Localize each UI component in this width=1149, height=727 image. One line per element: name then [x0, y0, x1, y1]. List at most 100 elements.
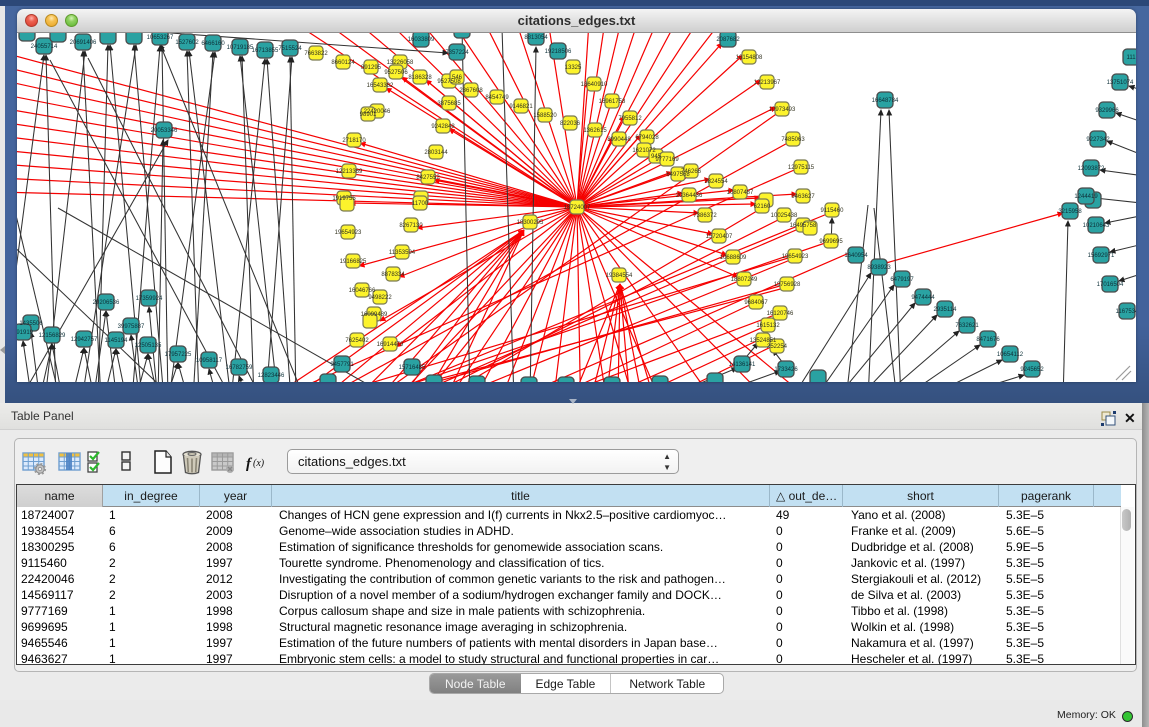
svg-text:16543382: 16543382	[367, 83, 394, 89]
svg-text:9242848: 9242848	[431, 124, 455, 130]
svg-text:10653267: 10653267	[147, 35, 174, 41]
svg-text:1733426: 1733426	[774, 367, 798, 373]
svg-text:10025438: 10025438	[771, 213, 798, 219]
svg-text:19756928: 19756928	[774, 282, 801, 288]
svg-text:2867608: 2867608	[459, 88, 483, 94]
svg-text:1588520: 1588520	[533, 113, 557, 119]
svg-text:17359924: 17359924	[136, 296, 163, 302]
svg-text:8454749: 8454749	[485, 95, 509, 101]
svg-text:1615132: 1615132	[756, 323, 780, 329]
svg-text:17016504: 17016504	[1097, 282, 1124, 288]
svg-text:98901: 98901	[360, 112, 377, 118]
svg-text:10807487: 10807487	[727, 190, 754, 196]
svg-text:8660124: 8660124	[331, 60, 355, 66]
svg-text:1435506: 1435506	[19, 321, 43, 327]
svg-text:9527506: 9527506	[384, 70, 408, 76]
svg-text:10654112: 10654112	[997, 352, 1024, 358]
svg-text:18300295: 18300295	[517, 220, 544, 226]
svg-text:20691406: 20691406	[70, 40, 97, 46]
svg-text:20053346: 20053346	[151, 128, 178, 134]
svg-text:(x): (x)	[253, 458, 265, 469]
svg-text:16120746: 16120746	[767, 311, 794, 317]
svg-text:12213369: 12213369	[336, 169, 363, 175]
svg-text:16154808: 16154808	[736, 55, 763, 61]
svg-text:16961758: 16961758	[599, 99, 626, 105]
svg-text:15716485: 15716485	[399, 365, 426, 371]
svg-text:16713855: 16713855	[252, 48, 279, 54]
svg-text:1244419: 1244419	[1074, 194, 1098, 200]
svg-text:8938923: 8938923	[867, 265, 891, 271]
svg-text:3215958: 3215958	[1058, 209, 1082, 215]
svg-text:2935114: 2935114	[934, 307, 958, 313]
svg-text:9245652: 9245652	[1020, 367, 1044, 373]
svg-text:7515524: 7515524	[278, 46, 302, 52]
svg-text:1167534: 1167534	[1116, 309, 1136, 315]
svg-text:9227342: 9227342	[1086, 137, 1110, 143]
svg-text:19654923: 19654923	[335, 230, 362, 236]
svg-text:1919755: 1919755	[332, 196, 356, 202]
svg-text:12093872: 12093872	[1078, 166, 1105, 172]
svg-text:12823446: 12823446	[258, 373, 285, 379]
svg-text:10719185: 10719185	[227, 45, 254, 51]
svg-text:12213967: 12213967	[754, 80, 781, 86]
svg-text:20364436: 20364436	[676, 193, 703, 199]
svg-text:9498222: 9498222	[368, 295, 392, 301]
svg-text:9777169: 9777169	[655, 157, 679, 163]
svg-text:11700: 11700	[412, 201, 429, 207]
svg-text:15720407: 15720407	[706, 234, 733, 240]
svg-text:6794028: 6794028	[635, 135, 659, 141]
svg-text:8813054: 8813054	[524, 35, 548, 41]
svg-text:16782759: 16782759	[226, 365, 253, 371]
svg-text:9146821: 9146821	[509, 104, 533, 110]
svg-text:f: f	[246, 456, 253, 472]
svg-text:2803144: 2803144	[424, 150, 448, 156]
svg-text:1362615: 1362615	[583, 128, 607, 134]
svg-text:746266: 746266	[681, 169, 702, 175]
svg-text:7485063: 7485063	[781, 137, 805, 143]
svg-text:18724007: 18724007	[564, 205, 591, 211]
svg-text:546: 546	[452, 75, 463, 81]
svg-text:9457791: 9457791	[330, 362, 354, 368]
svg-text:8471676: 8471676	[976, 337, 1000, 343]
svg-text:12975115: 12975115	[788, 165, 815, 171]
svg-text:8878334: 8878334	[381, 272, 405, 278]
svg-text:9474444: 9474444	[911, 295, 935, 301]
svg-text:8186328: 8186328	[408, 75, 432, 81]
svg-text:24055714: 24055714	[31, 44, 58, 50]
svg-text:20206536: 20206536	[93, 300, 120, 306]
svg-text:19166825: 19166825	[340, 259, 367, 265]
svg-text:822036: 822036	[560, 121, 581, 127]
svg-text:1145194: 1145194	[105, 338, 129, 344]
svg-text:19384554: 19384554	[606, 273, 633, 279]
svg-text:9684067: 9684067	[744, 300, 768, 306]
svg-text:7955812: 7955812	[618, 116, 642, 122]
svg-text:10688609: 10688609	[720, 255, 747, 261]
svg-text:17957225: 17957225	[165, 352, 192, 358]
svg-text:7632621: 7632621	[955, 323, 979, 329]
svg-text:10958117: 10958117	[196, 358, 223, 364]
svg-text:12156829: 12156829	[39, 333, 66, 339]
svg-text:16099489: 16099489	[361, 312, 388, 318]
svg-text:7357224: 7357224	[445, 50, 469, 56]
svg-text:13226058: 13226058	[387, 60, 414, 66]
svg-text:7663822: 7663822	[304, 51, 328, 57]
svg-text:18807249: 18807249	[731, 277, 758, 283]
svg-text:13325: 13325	[565, 65, 582, 71]
svg-text:10973493: 10973493	[769, 107, 796, 113]
svg-text:18640910: 18640910	[581, 82, 608, 88]
svg-text:11353594: 11353594	[389, 250, 416, 256]
svg-text:2087682: 2087682	[716, 37, 740, 43]
svg-text:6479197: 6479197	[890, 277, 914, 283]
svg-text:13751074: 13751074	[1107, 80, 1134, 86]
svg-text:9463627: 9463627	[791, 194, 815, 200]
svg-text:19218506: 19218506	[545, 49, 572, 55]
svg-text:111: 111	[1126, 55, 1136, 61]
svg-text:8267130: 8267130	[399, 223, 423, 229]
svg-text:16914479: 16914479	[377, 342, 404, 348]
svg-text:12505135: 12505135	[135, 343, 162, 349]
svg-text:9115460: 9115460	[821, 208, 845, 214]
svg-text:6466160: 6466160	[201, 41, 225, 47]
svg-text:39975887: 39975887	[118, 324, 145, 330]
svg-text:9329966: 9329966	[1095, 108, 1119, 114]
svg-text:9699695: 9699695	[819, 239, 843, 245]
